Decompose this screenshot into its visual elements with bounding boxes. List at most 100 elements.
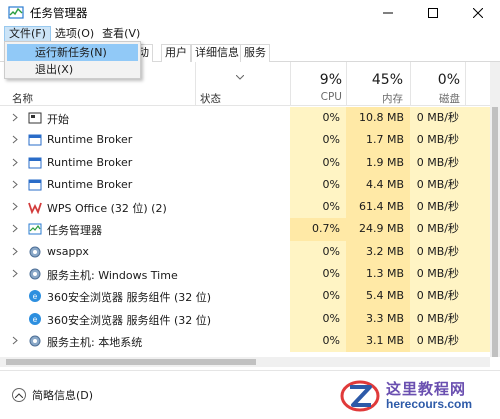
disk-cell: 0 MB/秒 (410, 107, 465, 130)
process-icon (28, 179, 42, 191)
memory-cell: 61.4 MB (346, 196, 410, 219)
close-button[interactable] (455, 0, 500, 26)
chevron-right-icon[interactable] (12, 247, 18, 256)
close-icon (472, 8, 483, 18)
disk-cell: 0 MB/秒 (410, 151, 465, 174)
process-name: 开始 (47, 113, 69, 126)
menu-exit[interactable]: 退出(X) (7, 61, 138, 78)
cpu-total[interactable]: 9% (290, 72, 342, 88)
table-row[interactable]: e 360安全浏览器 服务组件 (32 位) 0% 5.4 MB 0 MB/秒 (0, 285, 490, 308)
disk-cell: 0 MB/秒 (410, 173, 465, 197)
vertical-scrollbar[interactable] (490, 62, 500, 357)
table-row[interactable]: e 360安全浏览器 服务组件 (32 位) 0% 3.3 MB 0 MB/秒 (0, 307, 490, 330)
memory-cell: 3.2 MB (346, 240, 410, 264)
table-row[interactable]: 服务主机: Windows Time 0% 1.3 MB 0 MB/秒 (0, 263, 490, 286)
process-list: 开始 0% 10.8 MB 0 MB/秒 Runtime Broker 0% 1.7 MB 0… (0, 107, 490, 357)
network-cell (465, 196, 490, 219)
network-cell (465, 329, 490, 353)
column-name[interactable]: 名称 (12, 91, 33, 106)
column-disk[interactable]: 磁盘 (410, 91, 460, 106)
watermark-url: herecours.com (386, 396, 473, 411)
process-name: wsappx (47, 244, 89, 258)
network-cell (465, 285, 490, 308)
fewer-details-button[interactable]: 简略信息(D) (12, 387, 93, 403)
memory-cell: 1.3 MB (346, 263, 410, 286)
tab-details[interactable]: 详细信息 (191, 44, 243, 62)
svg-text:e: e (33, 292, 38, 301)
network-cell (465, 240, 490, 264)
chevron-right-icon[interactable] (12, 269, 18, 278)
column-memory[interactable]: 内存 (346, 91, 403, 106)
table-row[interactable]: Runtime Broker 0% 1.9 MB 0 MB/秒 (0, 151, 490, 174)
memory-cell: 3.3 MB (346, 307, 410, 330)
chevron-right-icon[interactable] (12, 180, 18, 189)
memory-total[interactable]: 45% (346, 72, 403, 88)
chevron-right-icon[interactable] (12, 224, 18, 233)
cpu-cell: 0% (290, 329, 346, 353)
horizontal-scrollbar[interactable] (0, 357, 490, 367)
column-cpu[interactable]: CPU (290, 91, 342, 103)
memory-cell: 24.9 MB (346, 218, 410, 241)
table-row[interactable]: WPS Office (32 位) (2) 0% 61.4 MB 0 MB/秒 (0, 196, 490, 219)
horizontal-scroll-thumb[interactable] (6, 359, 256, 365)
table-row[interactable]: 任务管理器 0.7% 24.9 MB 0 MB/秒 (0, 218, 490, 241)
svg-text:e: e (33, 315, 38, 324)
column-status[interactable]: 状态 (200, 91, 221, 106)
memory-cell: 4.4 MB (346, 173, 410, 197)
minimize-icon (382, 12, 393, 14)
table-row[interactable]: 服务主机: 本地系统 0% 3.1 MB 0 MB/秒 (0, 329, 490, 353)
disk-cell: 0 MB/秒 (410, 129, 465, 152)
minimize-button[interactable] (365, 0, 410, 26)
cpu-cell: 0% (290, 129, 346, 152)
chevron-right-icon[interactable] (12, 336, 18, 345)
disk-cell: 0 MB/秒 (410, 218, 465, 241)
memory-cell: 3.1 MB (346, 329, 410, 353)
wps-office-icon (28, 202, 42, 215)
title-bar: 任务管理器 (0, 0, 500, 26)
chevron-right-icon[interactable] (12, 113, 18, 122)
disk-cell: 0 MB/秒 (410, 196, 465, 219)
tab-users[interactable]: 用户 (161, 44, 191, 62)
gear-icon (29, 335, 41, 347)
tab-services[interactable]: 服务 (240, 44, 270, 62)
process-name: Runtime Broker (47, 133, 133, 147)
disk-cell: 0 MB/秒 (410, 285, 465, 308)
network-cell (465, 173, 490, 197)
memory-cell: 1.7 MB (346, 129, 410, 152)
task-manager-icon (8, 6, 24, 19)
chevron-right-icon[interactable] (12, 202, 18, 211)
network-cell (465, 107, 490, 130)
network-cell (465, 218, 490, 241)
disk-cell: 0 MB/秒 (410, 307, 465, 330)
watermark-text: 这里教程网 (386, 379, 467, 398)
memory-cell: 1.9 MB (346, 151, 410, 174)
process-name: 服务主机: Windows Time (47, 269, 178, 283)
menu-run-new-task[interactable]: 运行新任务(N) (7, 44, 138, 61)
network-cell (465, 307, 490, 330)
process-icon (28, 157, 42, 169)
network-cell (465, 263, 490, 286)
table-row[interactable]: Runtime Broker 0% 1.7 MB 0 MB/秒 (0, 129, 490, 152)
table-row[interactable]: Runtime Broker 0% 4.4 MB 0 MB/秒 (0, 173, 490, 197)
watermark-logo: 这里教程网 herecours.com (340, 374, 498, 418)
360-browser-icon: e (29, 312, 41, 325)
cpu-cell: 0.7% (290, 218, 346, 241)
disk-total[interactable]: 0% (410, 72, 460, 88)
cpu-cell: 0% (290, 173, 346, 197)
chevron-right-icon[interactable] (12, 158, 18, 167)
table-row[interactable]: 开始 0% 10.8 MB 0 MB/秒 (0, 107, 490, 130)
start-app-icon (28, 112, 42, 124)
process-name: WPS Office (32 位) (2) (47, 202, 167, 216)
vertical-scroll-thumb[interactable] (492, 107, 498, 357)
cpu-cell: 0% (290, 307, 346, 330)
process-name: Runtime Broker (47, 177, 133, 191)
fewer-details-label: 简略信息(D) (32, 389, 94, 402)
table-row[interactable]: wsappx 0% 3.2 MB 0 MB/秒 (0, 240, 490, 264)
sort-chevron-icon (234, 70, 246, 83)
process-name: 360安全浏览器 服务组件 (32 位) (47, 291, 212, 305)
memory-cell: 10.8 MB (346, 107, 410, 130)
maximize-button[interactable] (410, 0, 455, 26)
chevron-right-icon[interactable] (12, 135, 18, 144)
cpu-cell: 0% (290, 151, 346, 174)
window-title: 任务管理器 (30, 6, 88, 20)
